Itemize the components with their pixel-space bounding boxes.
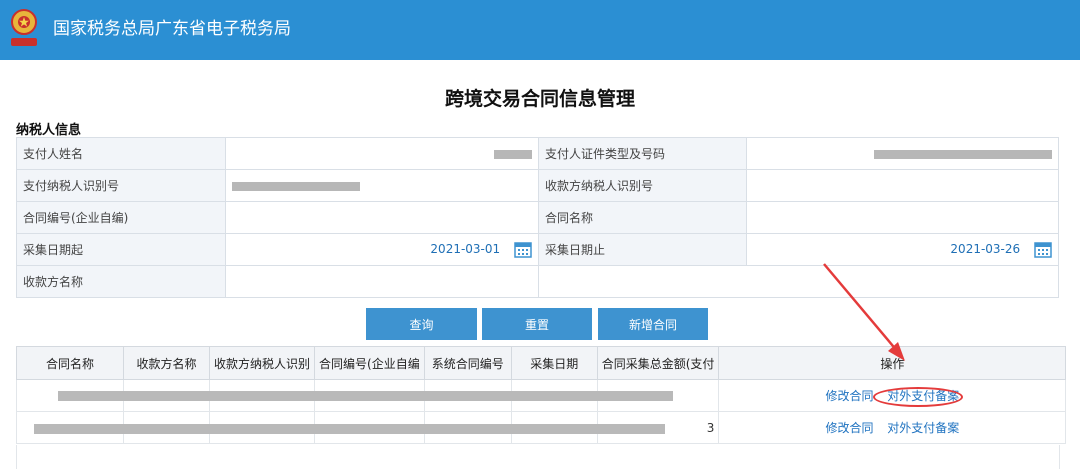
annotation-arrow-icon <box>823 263 899 353</box>
annotation-circle <box>873 387 963 407</box>
